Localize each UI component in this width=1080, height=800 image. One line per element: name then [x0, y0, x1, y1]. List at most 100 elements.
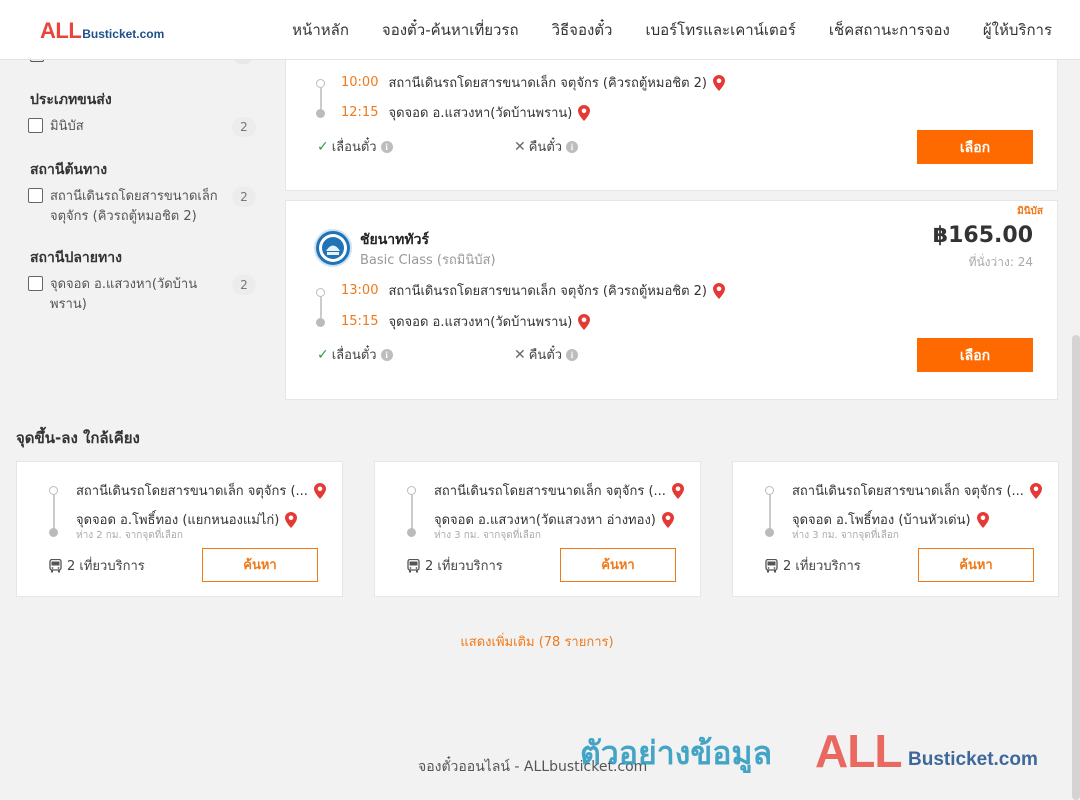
nav-booking[interactable]: จองตั๋ว-ค้นหาเที่ยวรถ [382, 18, 519, 42]
filter-title-origin: สถานีต้นทาง [30, 162, 108, 178]
route-line [320, 297, 322, 318]
map-pin-icon[interactable] [976, 511, 989, 528]
destination-dot [765, 528, 774, 537]
info-icon[interactable]: i [566, 140, 579, 153]
reschedule-label: เลื่อนตั๋ว [331, 348, 377, 363]
destination-dot [316, 318, 325, 327]
departure-time: 13:00 [341, 283, 379, 298]
origin-dot [49, 486, 58, 495]
map-pin-icon[interactable] [713, 282, 725, 299]
operator-logo [314, 229, 352, 267]
nearby-distance: ห่าง 3 กม. จากจุดที่เลือก [434, 530, 541, 541]
reschedule-feature: ✓ เลื่อนตั๋ว i [317, 344, 393, 365]
nearby-from: สถานีเดินรถโดยสารขนาดเล็ก จตุจักร (... [434, 480, 684, 501]
nearby-from-label: สถานีเดินรถโดยสารขนาดเล็ก จตุจักร (... [76, 484, 308, 499]
check-icon: ✓ [317, 346, 329, 363]
reschedule-feature: ✓ เลื่อนตั๋ว i [317, 136, 393, 157]
route-line [320, 88, 322, 109]
map-pin-icon[interactable] [713, 74, 725, 91]
filter-checkbox[interactable] [28, 118, 43, 133]
departure-place: สถานีเดินรถโดยสารขนาดเล็ก จตุจักร (คิวรถ… [388, 76, 707, 91]
nearby-trips-label: 2 เที่ยวบริการ [67, 559, 145, 574]
filter-item-destination-stop[interactable]: จุดจอด อ.แสวงหา(วัดบ้านพราน) 2 [28, 275, 256, 315]
reschedule-label: เลื่อนตั๋ว [331, 140, 377, 155]
refund-feature: ✕ คืนตั๋ว i [514, 344, 579, 365]
bus-icon [407, 558, 420, 572]
watermark-sample-text: ตัวอย่างข้อมูล [580, 734, 773, 772]
nearby-stop-card: สถานีเดินรถโดยสารขนาดเล็ก จตุจักร (... จ… [732, 461, 1059, 597]
cross-icon: ✕ [514, 346, 526, 363]
nearby-distance: ห่าง 2 กม. จากจุดที่เลือก [76, 530, 183, 541]
nearby-trips: 2 เที่ยวบริการ [765, 555, 861, 576]
show-more-link[interactable]: แสดงเพิ่มเติม (78 รายการ) [0, 631, 1074, 652]
route-line [411, 495, 413, 529]
nearby-to: จุดจอด อ.แสวงหา(วัดแสวงหา อ่างทอง) [434, 509, 674, 530]
filter-checkbox[interactable] [28, 276, 43, 291]
nearby-search-button[interactable]: ค้นหา [918, 548, 1034, 582]
nav-home[interactable]: หน้าหลัก [292, 18, 349, 42]
nav-check-status[interactable]: เช็คสถานะการจอง [829, 18, 950, 42]
filter-count-badge: 2 [232, 117, 256, 137]
select-trip-button[interactable]: เลือก [917, 130, 1033, 164]
watermark-logo-busticket: Busticket.com [908, 749, 1038, 770]
cross-icon: ✕ [514, 138, 526, 155]
operator-name: ชัยนาททัวร์ [360, 232, 429, 248]
nearby-to: จุดจอด อ.โพธิ์ทอง (แยกหนองแม่ไก่) [76, 509, 298, 530]
map-pin-icon[interactable] [671, 482, 684, 499]
info-icon[interactable]: i [380, 348, 393, 361]
origin-dot [316, 288, 325, 297]
filter-checkbox[interactable] [28, 188, 43, 203]
route-line [53, 495, 55, 529]
filter-count-badge: 2 [232, 275, 256, 295]
info-icon[interactable]: i [566, 348, 579, 361]
map-pin-icon[interactable] [313, 482, 326, 499]
filter-item-minibus[interactable]: มินิบัส 2 [28, 117, 256, 137]
trip-card: มินิบัส ชัยนาททัวร์ Basic Class (รถมินิบ… [285, 200, 1058, 400]
filter-item-origin-station[interactable]: สถานีเดินรถโดยสารขนาดเล็ก จตุจักร (คิวรถ… [28, 187, 256, 227]
nearby-to: จุดจอด อ.โพธิ์ทอง (บ้านหัวเด่น) [792, 509, 989, 530]
nearby-to-label: จุดจอด อ.โพธิ์ทอง (บ้านหัวเด่น) [792, 513, 971, 528]
nearby-search-button[interactable]: ค้นหา [202, 548, 318, 582]
route-line [769, 495, 771, 529]
vehicle-type-badge: มินิบัส [1017, 206, 1043, 217]
nav-operators[interactable]: ผู้ให้บริการ [983, 18, 1052, 42]
departure-time: 10:00 [341, 75, 379, 90]
select-trip-button[interactable]: เลือก [917, 338, 1033, 372]
trip-card: 10:00 สถานีเดินรถโดยสารขนาดเล็ก จตุจักร … [285, 40, 1058, 191]
map-pin-icon[interactable] [285, 511, 298, 528]
departure-row: 13:00 สถานีเดินรถโดยสารขนาดเล็ก จตุจักร … [341, 280, 725, 301]
filter-count-badge: 2 [232, 187, 256, 207]
refund-label: คืนตั๋ว [528, 140, 563, 155]
ticket-price: ฿165.00 [932, 223, 1033, 248]
filter-label: จุดจอด อ.แสวงหา(วัดบ้านพราน) [50, 277, 198, 312]
map-pin-icon[interactable] [578, 313, 591, 330]
info-icon[interactable]: i [380, 140, 393, 153]
refund-label: คืนตั๋ว [528, 348, 563, 363]
nav-contact[interactable]: เบอร์โทรและเคาน์เตอร์ [645, 18, 795, 42]
route-timeline [49, 486, 59, 537]
nearby-from: สถานีเดินรถโดยสารขนาดเล็ก จตุจักร (... [76, 480, 326, 501]
map-pin-icon[interactable] [578, 104, 591, 121]
origin-dot [316, 79, 325, 88]
filter-label: สถานีเดินรถโดยสารขนาดเล็ก จตุจักร (คิวรถ… [50, 189, 218, 224]
nearby-search-button[interactable]: ค้นหา [560, 548, 676, 582]
nearby-to-label: จุดจอด อ.โพธิ์ทอง (แยกหนองแม่ไก่) [76, 513, 280, 528]
nav-how-to-book[interactable]: วิธีจองตั๋ว [552, 18, 613, 42]
map-pin-icon[interactable] [661, 511, 674, 528]
arrival-time: 12:15 [341, 105, 379, 120]
nearby-stop-card: สถานีเดินรถโดยสารขนาดเล็ก จตุจักร (... จ… [16, 461, 343, 597]
bus-icon [765, 558, 778, 572]
map-pin-icon[interactable] [1029, 482, 1042, 499]
route-timeline [765, 486, 775, 537]
destination-dot [316, 109, 325, 118]
page-scrollbar[interactable] [1072, 335, 1080, 800]
nearby-trips: 2 เที่ยวบริการ [407, 555, 503, 576]
watermark-logo-all: ALL [815, 725, 902, 777]
site-logo[interactable]: ALL Busticket.com [40, 18, 164, 44]
arrival-place: จุดจอด อ.แสวงหา(วัดบ้านพราน) [388, 106, 573, 121]
route-timeline [316, 79, 326, 119]
site-header: ALL Busticket.com หน้าหลัก จองตั๋ว-ค้นหา… [0, 0, 1080, 60]
filter-title-destination: สถานีปลายทาง [30, 250, 122, 266]
nearby-trips-label: 2 เที่ยวบริการ [783, 559, 861, 574]
departure-row: 10:00 สถานีเดินรถโดยสารขนาดเล็ก จตุจักร … [341, 72, 725, 93]
